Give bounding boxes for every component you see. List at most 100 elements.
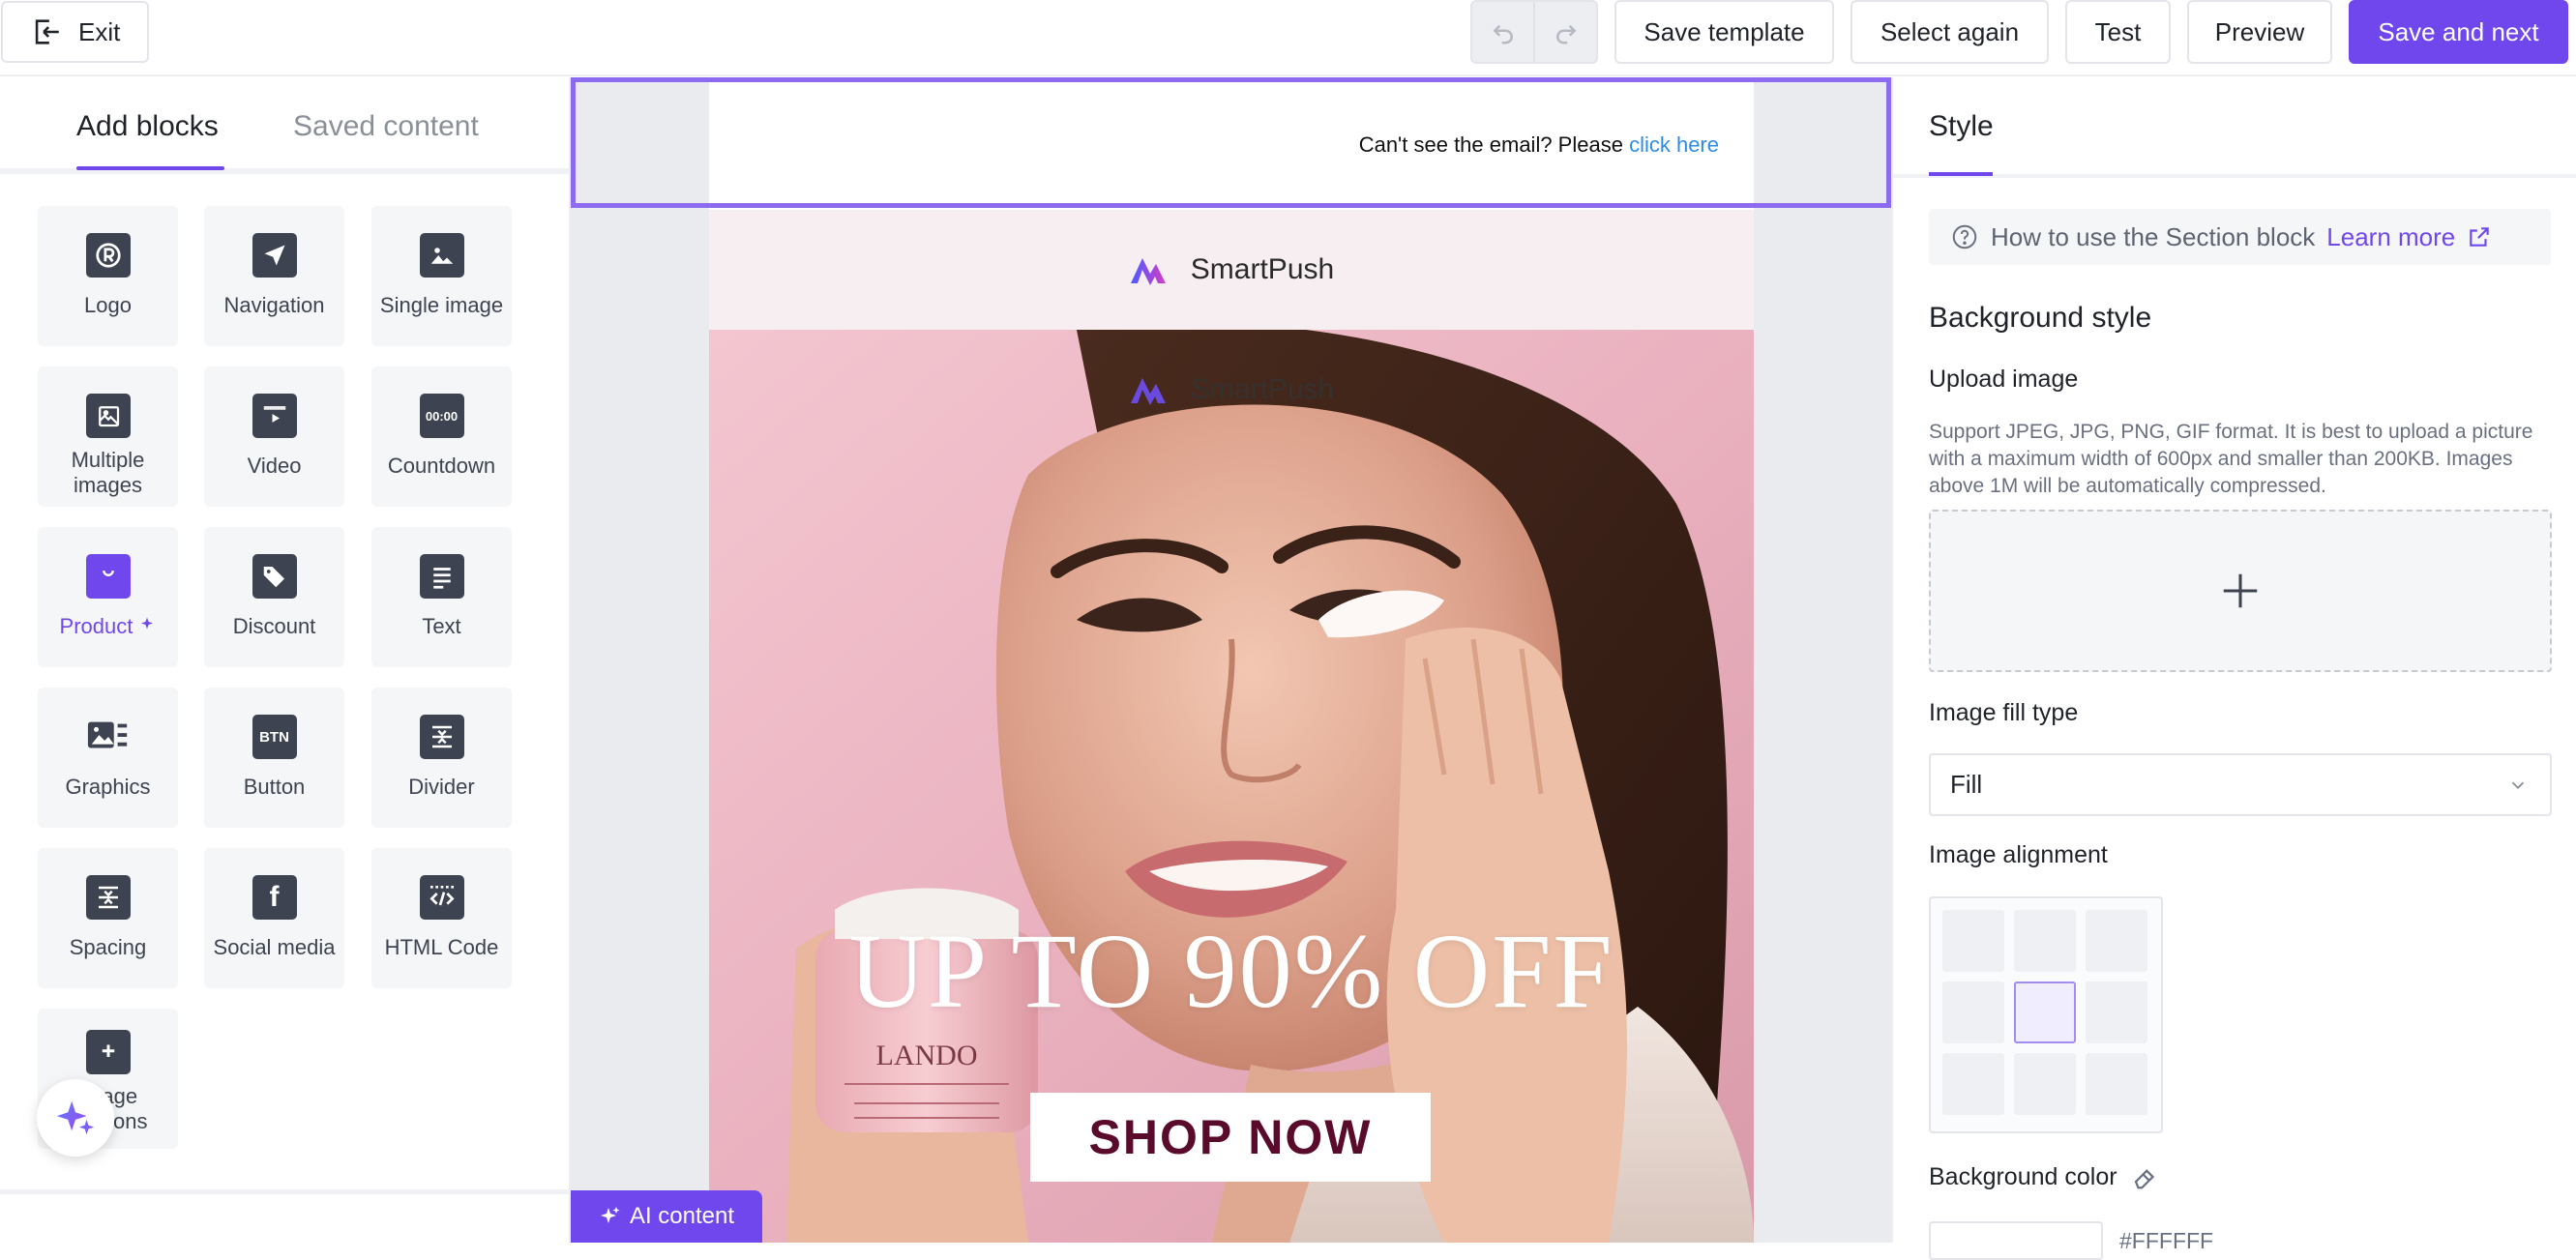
save-template-label: Save template [1643, 16, 1805, 46]
html-code-icon [419, 875, 464, 920]
active-tab-underline [1929, 172, 1993, 176]
blocks-tabs: Add blocks Saved content [0, 77, 571, 174]
test-label: Test [2094, 16, 2142, 46]
countdown-icon: 00:00 [419, 394, 464, 438]
ai-content-button[interactable]: AI content [571, 1190, 762, 1243]
email-body: Can't see the email? Please click here S… [709, 77, 1754, 1243]
undo-button[interactable] [1472, 2, 1533, 62]
ai-content-label: AI content [629, 1203, 735, 1229]
align-middle-center[interactable] [2014, 982, 2076, 1043]
align-top-right[interactable] [2086, 910, 2147, 972]
block-label: Social media [213, 935, 336, 959]
eraser-icon[interactable] [2131, 1162, 2160, 1191]
redo-button[interactable] [1533, 2, 1596, 62]
image-alignment-grid [1929, 896, 2163, 1133]
block-label: Logo [84, 293, 132, 317]
tab-style[interactable]: Style [1929, 110, 1994, 143]
save-and-next-button[interactable]: Save and next [2349, 0, 2568, 64]
countdown-glyph: 00:00 [425, 408, 459, 424]
video-icon [252, 394, 297, 438]
block-navigation[interactable]: Navigation [204, 206, 344, 346]
upload-image-dropzone[interactable] [1929, 510, 2552, 672]
multiple-images-icon [85, 394, 131, 438]
background-color-row: Background color [1929, 1162, 2160, 1191]
align-bottom-center[interactable] [2014, 1053, 2076, 1115]
button-glyph: BTN [259, 728, 289, 746]
block-divider[interactable]: Divider [371, 688, 512, 828]
block-label: Graphics [65, 775, 151, 799]
active-tab-underline [76, 166, 224, 170]
logo-icon [85, 233, 131, 278]
block-spacing[interactable]: Spacing [38, 848, 178, 988]
chevron-down-icon [2511, 781, 2525, 790]
product-label: Product [59, 614, 133, 638]
preheader-link[interactable]: click here [1629, 132, 1719, 157]
tab-add-blocks[interactable]: Add blocks [76, 110, 219, 143]
fill-value: Fill [1950, 770, 1983, 799]
button-icon: BTN [252, 715, 297, 759]
block-label: Multiple images [71, 448, 145, 497]
block-single-image[interactable]: Single image [371, 206, 512, 346]
block-html-code[interactable]: HTML Code [371, 848, 512, 988]
block-label: Product [60, 614, 157, 639]
block-logo[interactable]: Logo [38, 206, 178, 346]
image-icon [419, 233, 464, 278]
text-icon [419, 554, 464, 599]
block-label: Navigation [223, 293, 325, 317]
image-captions-icon [85, 1030, 131, 1074]
align-bottom-left[interactable] [1942, 1053, 2004, 1115]
select-again-button[interactable]: Select again [1851, 0, 2049, 64]
hero-brand-name: SmartPush [1190, 373, 1335, 405]
logo-section[interactable]: SmartPush [709, 210, 1754, 330]
block-graphics[interactable]: Graphics [38, 688, 178, 828]
upload-image-label: Upload image [1929, 366, 2079, 393]
block-label: Video [247, 454, 302, 478]
block-multiple-images[interactable]: Multiple images [38, 366, 178, 507]
image-alignment-label: Image alignment [1929, 841, 2108, 868]
background-color-swatch[interactable] [1929, 1221, 2103, 1260]
preheader-message: Can't see the email? Please [1358, 132, 1623, 157]
block-countdown[interactable]: 00:00 Countdown [371, 366, 512, 507]
ai-assistant-button[interactable] [37, 1079, 114, 1157]
block-text[interactable]: Text [371, 527, 512, 667]
preheader-section[interactable]: Can't see the email? Please click here [709, 77, 1754, 210]
product-bag-icon [85, 554, 131, 599]
align-middle-left[interactable] [1942, 982, 2004, 1043]
background-style-heading: Background style [1929, 302, 2152, 334]
tab-saved-content[interactable]: Saved content [293, 110, 479, 143]
plus-icon [2223, 573, 2258, 608]
exit-button[interactable]: Exit [1, 1, 149, 63]
shop-now-button[interactable]: SHOP NOW [1030, 1093, 1431, 1182]
email-canvas: Can't see the email? Please click here S… [571, 77, 1891, 1243]
block-label: Discount [232, 614, 316, 638]
external-link-icon[interactable] [2467, 224, 2492, 249]
block-button[interactable]: BTN Button [204, 688, 344, 828]
align-bottom-right[interactable] [2086, 1053, 2147, 1115]
block-social-media[interactable]: f Social media [204, 848, 344, 988]
background-color-value[interactable]: #FFFFFF [2119, 1228, 2213, 1254]
undo-redo-group [1470, 0, 1598, 64]
block-label: Divider [408, 775, 475, 799]
image-fill-type-select[interactable]: Fill [1929, 753, 2552, 816]
block-video[interactable]: Video [204, 366, 344, 507]
save-template-button[interactable]: Save template [1614, 0, 1834, 64]
test-button[interactable]: Test [2065, 0, 2171, 64]
navigation-icon [252, 233, 297, 278]
block-discount[interactable]: Discount [204, 527, 344, 667]
exit-label: Exit [78, 16, 121, 46]
block-label: Single image [379, 293, 504, 317]
block-product[interactable]: Product [38, 527, 178, 667]
align-middle-right[interactable] [2086, 982, 2147, 1043]
learn-more-link[interactable]: Learn more [2326, 222, 2455, 252]
align-top-left[interactable] [1942, 910, 2004, 972]
svg-text:LANDO: LANDO [876, 1040, 978, 1071]
align-top-center[interactable] [2014, 910, 2076, 972]
smartpush-logo-icon [1130, 258, 1166, 285]
blocks-panel: Add blocks Saved content Logo Navigation… [0, 77, 571, 1243]
preview-button[interactable]: Preview [2187, 0, 2332, 64]
help-text: How to use the Section block [1991, 221, 2316, 251]
sparkle-icon [141, 617, 154, 630]
panel-bottom-divider [0, 1189, 571, 1194]
style-panel: Style How to use the Section block Learn… [1891, 77, 2576, 1260]
hero-image-section[interactable]: LANDO SmartPush UP TO 90% OFF SHOP NOW [709, 330, 1754, 1243]
